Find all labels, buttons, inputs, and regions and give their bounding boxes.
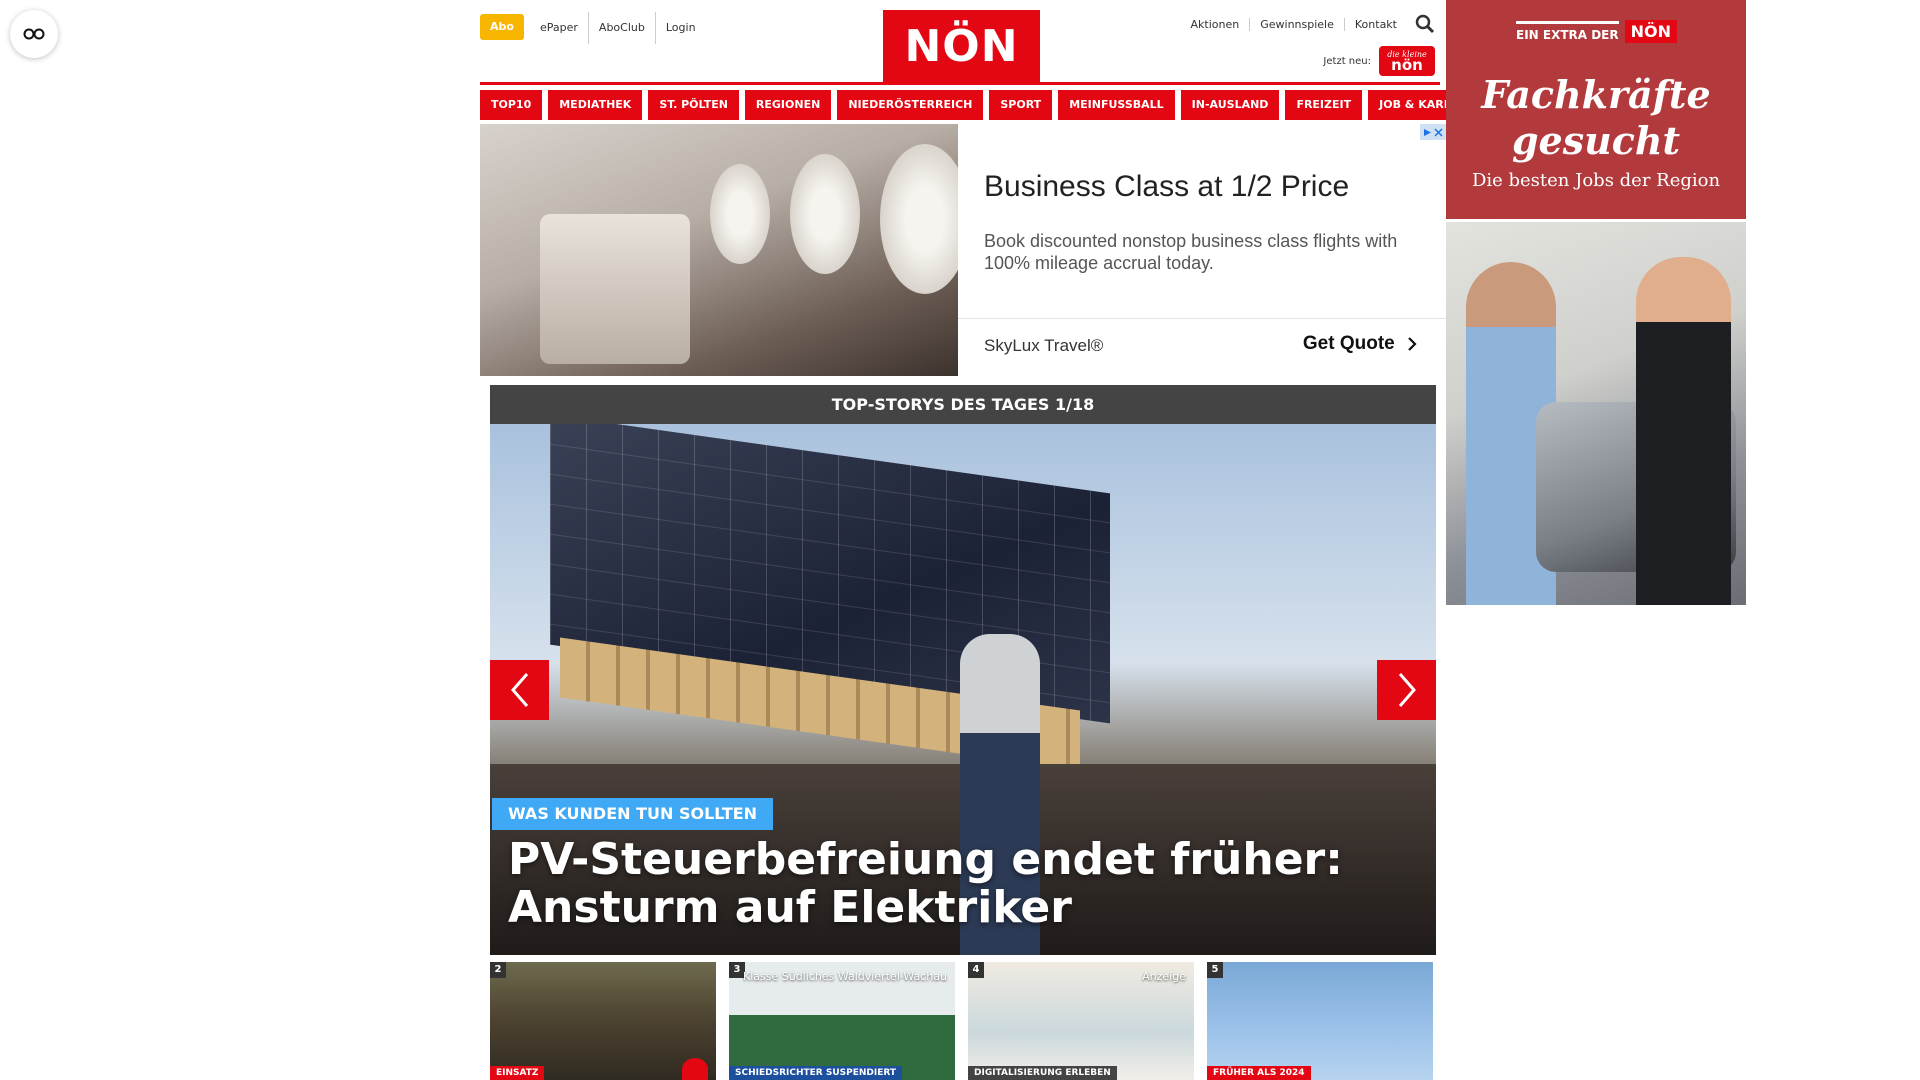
ad-headline[interactable]: Business Class at 1/2 Price	[984, 170, 1349, 204]
thumb-tag: FRÜHER ALS 2024	[1207, 1066, 1311, 1080]
kleine-noen-logo[interactable]: die kleine nön	[1379, 46, 1435, 76]
side-ad-badge-text: EIN EXTRA DER	[1516, 21, 1619, 42]
side-ad-badge: EIN EXTRA DER NÖN	[1516, 20, 1678, 43]
nav-item-regionen[interactable]: REGIONEN	[744, 90, 832, 120]
abo-button[interactable]: Abo	[480, 14, 524, 40]
ad-cta-label: Get Quote	[1302, 333, 1395, 354]
glasses-icon	[23, 28, 45, 40]
header-divider	[480, 82, 1440, 85]
camera-icon	[682, 1058, 708, 1080]
nav-item-meinfussball[interactable]: MEINFUSSBALL	[1058, 90, 1175, 120]
story-thumbnails: 2 EINSATZ 3 Klasse Südliches Waldviertel…	[490, 962, 1436, 1080]
jetzt-neu: Jetzt neu: die kleine nön	[1323, 46, 1435, 76]
thumb-tag: DIGITALISIERUNG ERLEBEN	[968, 1066, 1117, 1080]
header-links-right: Aktionen Gewinnspiele Kontakt	[1181, 10, 1435, 38]
chevron-right-icon	[1398, 673, 1416, 707]
thumb-story-4[interactable]: 4 Anzeige DIGITALISIERUNG ERLEBEN	[968, 962, 1194, 1080]
nav-item-freizeit[interactable]: FREIZEIT	[1285, 90, 1363, 120]
aboclub-link[interactable]: AboClub	[587, 12, 655, 44]
login-link[interactable]: Login	[654, 12, 706, 44]
side-ad-subtitle: Die besten Jobs der Region	[1471, 170, 1721, 191]
thumb-overlay-text: Klasse Südliches Waldviertel-Wachau	[743, 970, 947, 983]
thumb-number: 5	[1207, 962, 1223, 978]
ad-content: Business Class at 1/2 Price Book discoun…	[958, 124, 1446, 376]
nav-item-sport[interactable]: SPORT	[989, 90, 1053, 120]
side-ad-banner: EIN EXTRA DER NÖN Fachkräfte gesucht Die…	[1446, 0, 1746, 219]
slider-next-button[interactable]	[1377, 660, 1436, 720]
thumb-story-3[interactable]: 3 Klasse Südliches Waldviertel-Wachau SC…	[729, 962, 955, 1080]
side-ad-title-line1: Fachkräfte	[1481, 72, 1711, 117]
top-story-slide[interactable]: WAS KUNDEN TUN SOLLTEN PV-Steuerbefreiun…	[490, 424, 1436, 955]
thumb-number: 2	[490, 962, 506, 978]
kleine-logo-text: nön	[1391, 56, 1423, 74]
ad-description: Book discounted nonstop business class f…	[984, 231, 1398, 273]
ad-banner[interactable]: Business Class at 1/2 Price Book discoun…	[480, 124, 1446, 376]
side-ad-jobs[interactable]: EIN EXTRA DER NÖN Fachkräfte gesucht Die…	[1446, 0, 1746, 605]
ad-choices-icon[interactable]	[1420, 124, 1446, 140]
ad-cta-button[interactable]: Get Quote	[1303, 333, 1418, 355]
kontakt-link[interactable]: Kontakt	[1343, 17, 1407, 31]
gewinnspiele-link[interactable]: Gewinnspiele	[1249, 17, 1344, 31]
nav-item-mediathek[interactable]: MEDIATHEK	[548, 90, 643, 120]
nav-item-st-poelten[interactable]: ST. PÖLTEN	[648, 90, 739, 120]
side-ad-photo	[1446, 222, 1746, 605]
search-icon[interactable]	[1415, 14, 1435, 34]
ad-image	[480, 124, 958, 376]
side-ad-title: Fachkräfte gesucht	[1446, 72, 1746, 164]
thumb-story-5[interactable]: 5 FRÜHER ALS 2024	[1207, 962, 1433, 1080]
aktionen-link[interactable]: Aktionen	[1181, 18, 1250, 31]
top-stories: TOP-STORYS DES TAGES 1/18 WAS KUNDEN TUN…	[490, 385, 1436, 955]
header-links-left: ePaper AboClub Login	[530, 12, 706, 44]
main-nav: TOP10 MEDIATHEK ST. PÖLTEN REGIONEN NIED…	[480, 90, 1491, 120]
top-stories-header: TOP-STORYS DES TAGES 1/18	[490, 385, 1436, 424]
epaper-link[interactable]: ePaper	[530, 12, 588, 44]
thumb-overlay-text: Anzeige	[1142, 970, 1186, 983]
thumb-tag: SCHIEDSRICHTER SUSPENDIERT	[729, 1066, 903, 1080]
story-kicker: WAS KUNDEN TUN SOLLTEN	[492, 798, 774, 830]
nav-item-top10[interactable]: TOP10	[480, 90, 543, 120]
chevron-right-icon	[1408, 337, 1417, 351]
thumb-tag: EINSATZ	[490, 1066, 545, 1080]
side-ad-title-line2: gesucht	[1511, 118, 1681, 163]
jetzt-neu-label: Jetzt neu:	[1323, 55, 1371, 67]
ad-brand: SkyLux Travel®	[984, 336, 1104, 355]
story-headline[interactable]: PV-Steuerbefreiung endet früher: Ansturm…	[508, 836, 1418, 932]
nav-item-in-ausland[interactable]: IN-AUSLAND	[1180, 90, 1280, 120]
slider-prev-button[interactable]	[490, 660, 549, 720]
chevron-left-icon	[510, 673, 528, 707]
reader-mode-button[interactable]	[10, 10, 58, 58]
site-header: Abo ePaper AboClub Login NÖN Aktionen Ge…	[480, 0, 1440, 83]
thumb-story-2[interactable]: 2 EINSATZ	[490, 962, 716, 1080]
site-logo[interactable]: NÖN	[883, 10, 1040, 83]
side-ad-badge-logo: NÖN	[1624, 20, 1678, 43]
thumb-number: 4	[968, 962, 984, 978]
nav-item-niederoesterreich[interactable]: NIEDERÖSTERREICH	[837, 90, 984, 120]
ad-divider	[958, 318, 1446, 319]
page: Abo ePaper AboClub Login NÖN Aktionen Ge…	[0, 0, 1920, 1080]
